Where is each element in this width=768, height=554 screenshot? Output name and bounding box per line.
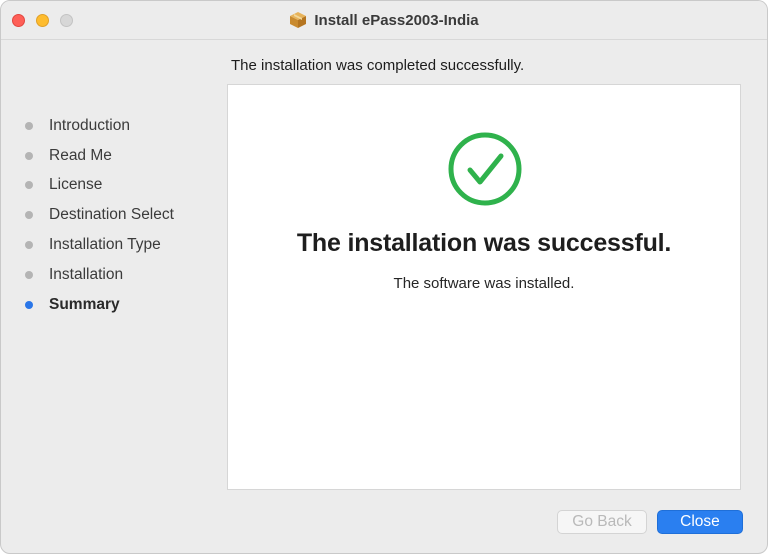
success-subtitle: The software was installed. — [393, 275, 575, 292]
step-dot-icon — [25, 181, 33, 190]
step-dot-icon — [25, 211, 33, 220]
step-installation: Installation — [25, 260, 215, 290]
step-dot-icon — [25, 241, 33, 250]
step-dot-icon — [25, 270, 33, 279]
step-dot-icon — [25, 121, 33, 130]
step-label: Installation — [49, 265, 124, 283]
step-label: Introduction — [49, 116, 130, 134]
window-title-text: Install ePass2003-India — [314, 11, 479, 29]
window-title: Install ePass2003-India — [1, 1, 767, 39]
success-heading: The installation was successful. — [296, 229, 672, 257]
close-button[interactable]: Close — [657, 510, 743, 534]
summary-panel: The installation was successful. The sof… — [227, 84, 741, 490]
package-icon — [290, 12, 307, 28]
step-label: Read Me — [49, 146, 112, 164]
steps-sidebar: Introduction Read Me License Destination… — [25, 111, 215, 320]
step-label: Installation Type — [49, 236, 161, 254]
title-bar[interactable]: Install ePass2003-India — [1, 1, 767, 40]
step-current-dot-icon — [25, 300, 33, 309]
step-introduction: Introduction — [25, 111, 215, 141]
step-summary: Summary — [25, 290, 215, 320]
go-back-button[interactable]: Go Back — [557, 510, 647, 534]
installer-window: Install ePass2003-India The installation… — [0, 0, 768, 554]
step-label: License — [49, 176, 103, 194]
success-checkmark-icon — [448, 132, 522, 206]
step-label: Summary — [49, 295, 120, 313]
step-read-me: Read Me — [25, 141, 215, 171]
step-installation-type: Installation Type — [25, 230, 215, 260]
step-destination-select: Destination Select — [25, 200, 215, 230]
step-license: License — [25, 171, 215, 201]
step-dot-icon — [25, 151, 33, 160]
step-label: Destination Select — [49, 206, 174, 224]
status-message: The installation was completed successfu… — [231, 57, 525, 74]
